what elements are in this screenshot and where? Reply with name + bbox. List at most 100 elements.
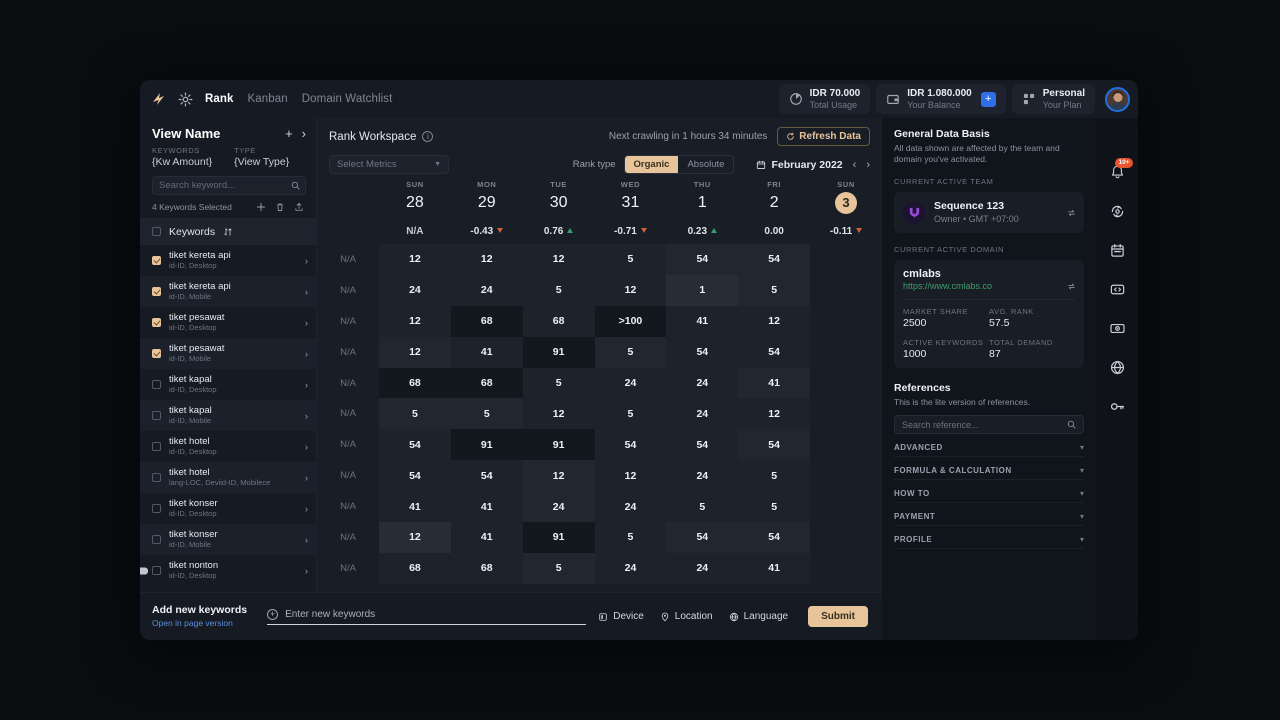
next-month-button[interactable]: › bbox=[866, 159, 870, 171]
keyword-checkbox[interactable] bbox=[152, 411, 161, 420]
table-row[interactable]: N/A 54 54 12 12 24 5 bbox=[317, 460, 882, 492]
keyword-row[interactable]: tiket kapal id-ID, Desktop › bbox=[140, 369, 316, 400]
rank-cell[interactable]: 68 bbox=[523, 306, 595, 337]
keyword-checkbox[interactable] bbox=[152, 256, 161, 265]
rank-cell[interactable]: 54 bbox=[379, 429, 451, 460]
drag-handle[interactable] bbox=[140, 567, 148, 574]
keyword-row[interactable]: tiket kereta api id-ID, Mobile › bbox=[140, 276, 316, 307]
rank-cell[interactable]: 12 bbox=[595, 460, 667, 491]
table-row[interactable]: N/A 12 68 68 >100 41 12 bbox=[317, 305, 882, 337]
chevron-right-icon[interactable]: › bbox=[305, 287, 308, 297]
keyword-checkbox[interactable] bbox=[152, 380, 161, 389]
swap-team-icon[interactable] bbox=[1067, 208, 1076, 217]
keyword-row[interactable]: tiket konser id-ID, Mobile › bbox=[140, 524, 316, 555]
chevron-right-icon[interactable]: › bbox=[305, 256, 308, 266]
chevron-down-icon[interactable]: ▾ bbox=[1080, 535, 1084, 544]
stat-your-balance[interactable]: IDR 1.080.000 Your Balance + bbox=[876, 84, 1006, 114]
calendar-icon[interactable] bbox=[1109, 242, 1126, 259]
rank-cell[interactable]: 5 bbox=[522, 552, 595, 584]
rank-cell[interactable]: 54 bbox=[379, 460, 451, 491]
rank-cell[interactable]: 24 bbox=[666, 368, 738, 399]
chevron-right-icon[interactable]: › bbox=[305, 380, 308, 390]
chevron-down-icon[interactable]: ▾ bbox=[1080, 466, 1084, 475]
reference-accordion[interactable]: ADVANCED ▾ bbox=[894, 438, 1084, 457]
rank-cell[interactable]: 5 bbox=[379, 398, 451, 430]
avatar[interactable] bbox=[1105, 86, 1130, 112]
day-column-header[interactable]: FRI 2 bbox=[738, 180, 810, 218]
rank-cell[interactable]: 12 bbox=[379, 306, 451, 337]
expand-view-button[interactable]: › bbox=[302, 126, 306, 141]
rank-cell[interactable]: 54 bbox=[738, 429, 811, 461]
table-row[interactable]: N/A 12 41 91 5 54 54 bbox=[317, 522, 882, 553]
chevron-right-icon[interactable]: › bbox=[305, 473, 308, 483]
chevron-right-icon[interactable]: › bbox=[305, 442, 308, 452]
reference-accordion[interactable]: PROFILE ▾ bbox=[894, 530, 1084, 549]
keyword-checkbox[interactable] bbox=[152, 287, 161, 296]
select-all-checkbox[interactable] bbox=[152, 227, 161, 236]
sort-icon[interactable] bbox=[223, 227, 233, 237]
rank-cell[interactable]: 24 bbox=[451, 275, 523, 306]
rank-cell[interactable]: 12 bbox=[379, 522, 451, 553]
keyword-checkbox[interactable] bbox=[152, 535, 161, 544]
day-column-header[interactable]: SUN 3 bbox=[810, 180, 882, 218]
chevron-right-icon[interactable]: › bbox=[305, 535, 308, 545]
rank-cell[interactable]: 5 bbox=[595, 244, 667, 275]
rank-cell[interactable]: 5 bbox=[594, 336, 667, 368]
rank-cell[interactable]: 54 bbox=[738, 522, 811, 553]
rank-cell[interactable]: 54 bbox=[738, 244, 811, 275]
nav-item-rank[interactable]: Rank bbox=[205, 93, 234, 105]
table-row[interactable]: N/A 68 68 5 24 24 41 bbox=[317, 367, 882, 399]
rank-cell[interactable]: 24 bbox=[666, 460, 738, 491]
rank-cell[interactable]: 54 bbox=[666, 244, 739, 275]
rank-cell[interactable]: 12 bbox=[523, 244, 595, 275]
rank-cell[interactable]: 5 bbox=[523, 275, 595, 306]
keyword-row[interactable]: tiket pesawat id-ID, Mobile › bbox=[140, 338, 316, 369]
rank-cell[interactable]: 54 bbox=[451, 460, 523, 491]
new-keyword-input[interactable] bbox=[285, 608, 587, 620]
rank-cell[interactable]: 12 bbox=[522, 460, 595, 492]
option-language[interactable]: Language bbox=[729, 611, 788, 622]
rank-cell[interactable]: 41 bbox=[451, 337, 523, 368]
keyword-checkbox[interactable] bbox=[152, 318, 161, 327]
rank-cell[interactable]: 12 bbox=[738, 306, 810, 337]
chevron-down-icon[interactable]: ▾ bbox=[1080, 512, 1084, 521]
table-row[interactable]: N/A 12 12 12 5 54 54 bbox=[317, 244, 882, 275]
day-column-header[interactable]: SUN 28 bbox=[379, 180, 451, 218]
rank-cell[interactable]: 5 bbox=[595, 522, 667, 553]
day-column-header[interactable]: THU 1 bbox=[666, 180, 738, 218]
rank-cell[interactable]: 24 bbox=[522, 491, 595, 523]
keyword-row[interactable]: tiket hotel lang-LOC, Deviid-ID, Mobilece… bbox=[140, 462, 316, 493]
add-keyword-icon[interactable] bbox=[256, 202, 266, 212]
delete-keyword-icon[interactable] bbox=[275, 202, 285, 212]
rank-cell[interactable]: 5 bbox=[738, 460, 810, 491]
rank-cell[interactable]: 68 bbox=[450, 367, 523, 399]
chevron-down-icon[interactable]: ▾ bbox=[1080, 443, 1084, 452]
current-month[interactable]: February 2022 bbox=[756, 159, 843, 171]
table-row[interactable]: N/A 24 24 5 12 1 5 bbox=[317, 274, 882, 306]
rank-cell[interactable]: 91 bbox=[522, 522, 595, 553]
keyword-checkbox[interactable] bbox=[152, 473, 161, 482]
reference-search[interactable] bbox=[894, 415, 1084, 434]
rank-cell[interactable]: 12 bbox=[738, 398, 810, 429]
rank-cell[interactable]: 41 bbox=[738, 553, 810, 584]
rank-cell[interactable]: 5 bbox=[666, 491, 738, 522]
open-page-version-link[interactable]: Open in page version bbox=[152, 617, 247, 629]
option-location[interactable]: Location bbox=[660, 611, 713, 622]
rank-cell[interactable]: 12 bbox=[523, 398, 595, 429]
rank-cell[interactable]: 41 bbox=[738, 367, 811, 399]
table-row[interactable]: N/A 5 5 12 5 24 12 bbox=[317, 398, 882, 430]
info-icon[interactable]: i bbox=[422, 131, 434, 142]
rank-type-organic[interactable]: Organic bbox=[624, 156, 679, 173]
rank-cell[interactable]: 68 bbox=[450, 305, 523, 337]
rank-cell[interactable]: 24 bbox=[379, 275, 451, 306]
rank-cell[interactable]: 68 bbox=[451, 553, 523, 584]
keyword-checkbox[interactable] bbox=[152, 504, 161, 513]
submit-button[interactable]: Submit bbox=[808, 606, 868, 627]
rank-cell[interactable]: 24 bbox=[595, 491, 667, 522]
table-row[interactable]: N/A 12 41 91 5 54 54 bbox=[317, 336, 882, 368]
gear-icon[interactable] bbox=[178, 92, 193, 107]
chevron-right-icon[interactable]: › bbox=[305, 318, 308, 328]
rank-cell[interactable]: 24 bbox=[666, 398, 738, 429]
nav-item-kanban[interactable]: Kanban bbox=[248, 93, 288, 105]
rank-cell[interactable]: 1 bbox=[666, 274, 739, 306]
